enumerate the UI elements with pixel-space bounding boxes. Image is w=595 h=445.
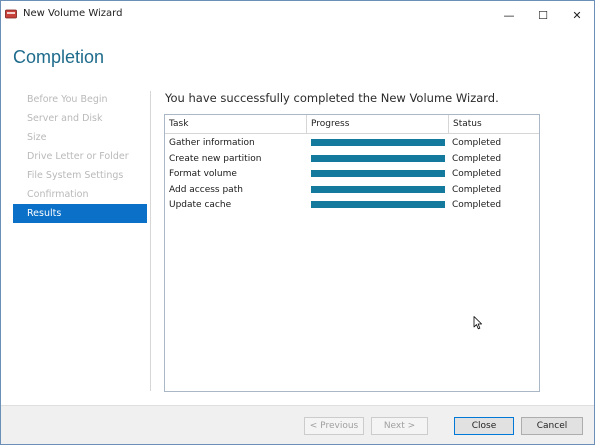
progress-bar-fill — [311, 154, 445, 162]
table-row[interactable]: Create new partition Completed — [165, 151, 539, 167]
nav-item-file-system-settings: File System Settings — [27, 170, 124, 181]
nav-item-confirmation: Confirmation — [27, 189, 89, 200]
table-row[interactable]: Format volume Completed — [165, 166, 539, 182]
button-bar: < Previous Next > Close Cancel — [1, 406, 594, 444]
table-header: Task Progress Status — [165, 115, 539, 134]
column-header-progress[interactable]: Progress — [307, 115, 449, 133]
task-cell: Add access path — [169, 184, 243, 195]
wizard-window: New Volume Wizard — ☐ ✕ Completion Befor… — [0, 0, 595, 445]
progress-bar — [311, 185, 445, 193]
window-title: New Volume Wizard — [23, 8, 123, 19]
status-cell: Completed — [452, 184, 502, 195]
title-bar[interactable]: New Volume Wizard — ☐ ✕ — [1, 4, 594, 26]
column-header-status[interactable]: Status — [449, 115, 540, 133]
progress-bar-fill — [311, 170, 445, 177]
wizard-step-list: Before You Begin Server and Disk Size Dr… — [13, 90, 147, 223]
table-row[interactable]: Add access path Completed — [165, 182, 539, 198]
close-button[interactable]: Close — [454, 417, 514, 435]
task-cell: Create new partition — [169, 153, 262, 164]
mouse-cursor-icon — [473, 316, 482, 330]
completion-message: You have successfully completed the New … — [165, 91, 499, 105]
minimize-button[interactable]: — — [492, 4, 526, 26]
nav-item-before-you-begin: Before You Begin — [27, 94, 108, 105]
progress-bar — [311, 139, 445, 146]
progress-bar-fill — [311, 201, 445, 208]
task-cell: Format volume — [169, 169, 237, 179]
table-row[interactable]: Gather information Completed — [165, 135, 539, 151]
progress-bar-fill — [311, 139, 445, 146]
status-cell: Completed — [452, 138, 502, 148]
page-title: Completion — [13, 47, 105, 67]
disk-icon — [5, 9, 17, 19]
task-cell: Update cache — [169, 200, 232, 210]
nav-item-drive-letter: Drive Letter or Folder — [27, 151, 129, 162]
progress-bar — [311, 154, 445, 162]
cancel-button[interactable]: Cancel — [521, 417, 583, 435]
nav-item-results[interactable]: Results — [13, 204, 147, 223]
table-row[interactable]: Update cache Completed — [165, 197, 539, 213]
column-header-task[interactable]: Task — [165, 115, 307, 133]
task-cell: Gather information — [169, 138, 255, 148]
status-cell: Completed — [452, 200, 502, 210]
close-window-button[interactable]: ✕ — [560, 4, 594, 26]
progress-bar — [311, 170, 445, 177]
nav-item-server-and-disk: Server and Disk — [27, 113, 103, 124]
progress-bar — [311, 201, 445, 208]
results-table[interactable]: Task Progress Status Gather information … — [164, 114, 540, 392]
next-button[interactable]: Next > — [371, 417, 428, 435]
previous-button[interactable]: < Previous — [304, 417, 364, 435]
status-cell: Completed — [452, 153, 502, 164]
nav-divider — [150, 91, 151, 391]
status-cell: Completed — [452, 169, 502, 179]
progress-bar-fill — [311, 185, 445, 193]
maximize-button[interactable]: ☐ — [526, 4, 560, 26]
nav-item-size: Size — [27, 132, 47, 143]
